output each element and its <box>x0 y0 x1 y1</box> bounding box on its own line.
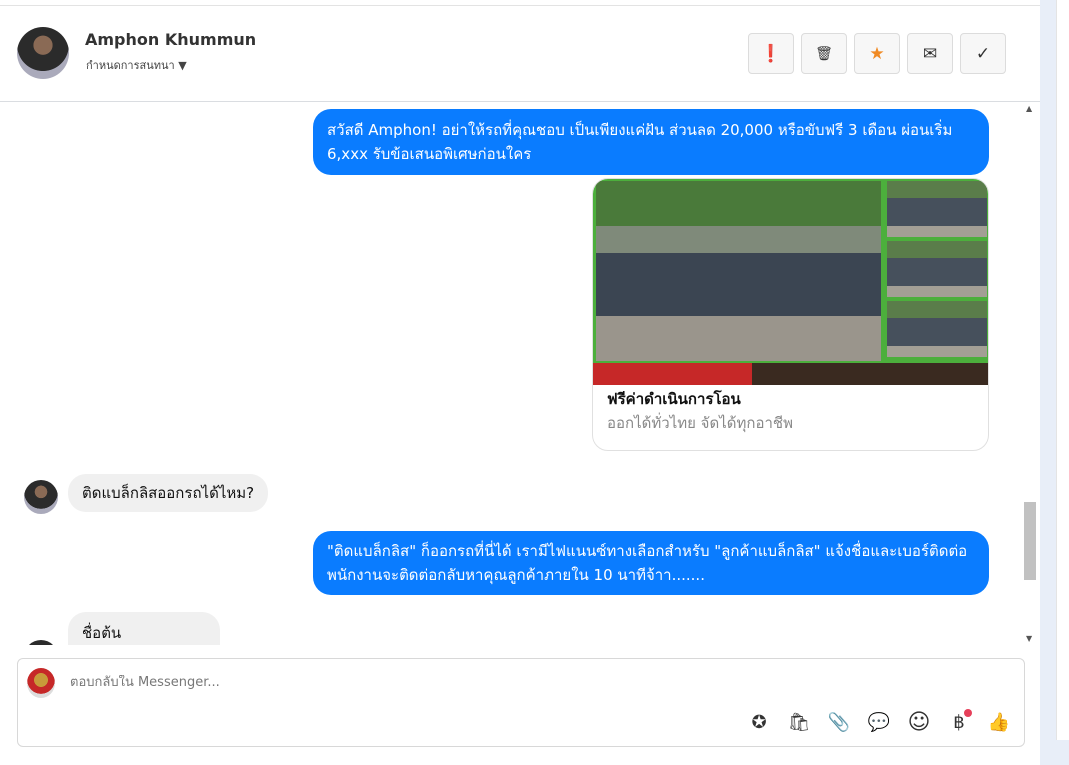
baht-icon: ฿ <box>953 711 965 733</box>
outgoing-message: "ติดแบล็กลิส" ก็ออกรถที่นี่ได้ เรามีไฟแน… <box>313 531 989 595</box>
contact-avatar[interactable] <box>17 27 69 79</box>
payment-button[interactable]: ฿ <box>946 709 972 735</box>
star-icon: ★ <box>869 43 885 64</box>
promo-card[interactable]: ฟรีค่าดำเนินการโอน ออกได้ทั่วไทย จัดได้ท… <box>592 178 989 451</box>
contact-avatar-small <box>24 480 58 514</box>
shop-icon[interactable]: 🛍 <box>786 709 812 735</box>
incoming-message: ติดแบล็กลิสออกรถได้ไหม? <box>68 474 269 512</box>
like-icon[interactable]: 👍 <box>986 709 1012 735</box>
delete-button[interactable]: 🗑 <box>801 33 847 74</box>
conversation-header: Amphon Khummun กำหนดการสนทนา ▼ ❗ 🗑 ★ ✉ ✓ <box>0 5 1040 102</box>
conversation-panel: Amphon Khummun กำหนดการสนทนา ▼ ❗ 🗑 ★ ✉ ✓… <box>0 0 1040 765</box>
chat-icon[interactable]: 💬 <box>866 709 892 735</box>
contact-avatar-small <box>24 640 58 645</box>
mark-unread-button[interactable]: ✉ <box>907 33 953 74</box>
report-button[interactable]: ❗ <box>748 33 794 74</box>
contact-name[interactable]: Amphon Khummun <box>85 30 256 49</box>
message-scrollbar[interactable]: ▲ ▼ <box>1024 102 1036 645</box>
attach-icon[interactable]: 📎 <box>826 709 852 735</box>
card-title: ฟรีค่าดำเนินการโอน <box>607 390 741 408</box>
caret-down-icon: ▼ <box>178 59 187 72</box>
outgoing-message: สวัสดี Amphon! อย่าให้รถที่คุณชอบ เป็นเพ… <box>313 109 989 175</box>
mail-icon: ✉ <box>922 43 938 64</box>
saved-reply-icon[interactable]: ✪ <box>746 709 772 735</box>
conversation-label: กำหนดการสนทนา <box>86 59 175 72</box>
conversation-label-dropdown[interactable]: กำหนดการสนทนา ▼ <box>86 56 187 74</box>
check-icon: ✓ <box>975 43 991 64</box>
exclamation-icon: ❗ <box>760 43 782 64</box>
star-button[interactable]: ★ <box>854 33 900 74</box>
incoming-message: ชื่อต้น <box>68 612 220 645</box>
car-promo-image <box>593 179 988 385</box>
page-avatar <box>27 668 55 698</box>
message-list: สวัสดี Amphon! อย่าให้รถที่คุณชอบ เป็นเพ… <box>0 102 1040 645</box>
side-panel-edge <box>1040 0 1069 765</box>
emoji-icon[interactable]: ☺ <box>906 709 932 735</box>
notification-dot <box>964 709 972 717</box>
mark-done-button[interactable]: ✓ <box>960 33 1006 74</box>
card-subtitle: ออกได้ทั่วไทย จัดได้ทุกอาชีพ <box>607 414 793 432</box>
reply-input[interactable] <box>70 675 670 690</box>
reply-composer: ✪ 🛍 📎 💬 ☺ ฿ 👍 <box>17 658 1025 747</box>
trash-icon: 🗑 <box>815 45 833 62</box>
